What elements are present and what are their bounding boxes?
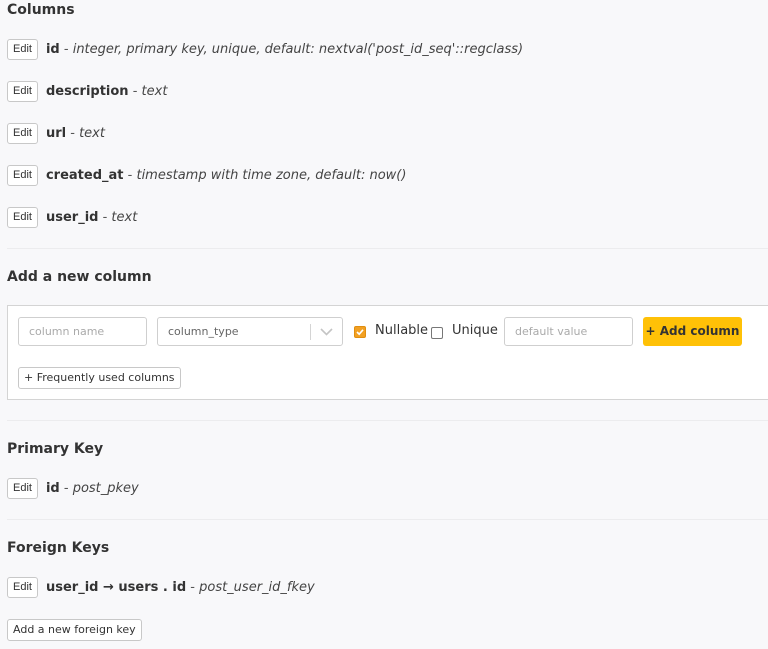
column-name: description — [45, 83, 129, 99]
primary-key-row: Edit id - post_pkey — [7, 477, 139, 499]
default-value-input[interactable]: default value — [504, 317, 633, 346]
column-detail: timestamp with time zone, default: now() — [136, 167, 407, 183]
arrow-icon: → — [98, 579, 119, 595]
edit-foreign-key-button[interactable]: Edit — [7, 576, 38, 598]
separator: - — [128, 83, 142, 99]
edit-column-user-id-button[interactable]: Edit — [7, 206, 38, 228]
checkmark-icon — [356, 329, 364, 336]
column-detail: text — [141, 83, 168, 99]
nullable-checkbox[interactable] — [354, 326, 366, 338]
edit-primary-key-button[interactable]: Edit — [7, 477, 38, 499]
column-detail: text — [79, 125, 105, 141]
column-row-id: Edit id - integer, primary key, unique, … — [7, 38, 523, 60]
primary-key-constraint: post_pkey — [72, 480, 139, 496]
foreign-key-constraint: post_user_id_fkey — [199, 579, 315, 595]
unique-checkbox[interactable] — [431, 327, 443, 339]
foreign-key-description: user_id → users . id - post_user_id_fkey — [46, 580, 315, 595]
edit-column-created-at-button[interactable]: Edit — [7, 164, 38, 186]
column-name: created_at — [45, 167, 124, 183]
column-description: user_id - text — [46, 210, 137, 225]
column-detail: text — [111, 209, 138, 225]
column-row-user-id: Edit user_id - text — [7, 206, 137, 228]
column-name: id — [45, 41, 60, 57]
column-description: url - text — [46, 126, 105, 141]
edit-column-url-button[interactable]: Edit — [7, 122, 38, 144]
add-foreign-key-button[interactable]: Add a new foreign key — [7, 619, 142, 641]
column-description: created_at - timestamp with time zone, d… — [46, 168, 406, 183]
separator: - — [186, 579, 200, 595]
unique-label: Unique — [452, 323, 498, 338]
column-type-placeholder: column_type — [168, 325, 239, 338]
add-column-form: column name column_type Nullable Unique … — [7, 305, 768, 400]
column-description: id - integer, primary key, unique, defau… — [46, 42, 523, 57]
primary-key-heading: Primary Key — [7, 441, 104, 457]
foreign-key-ref-column: id — [172, 579, 187, 595]
nullable-label: Nullable — [375, 323, 429, 338]
foreign-key-row: Edit user_id → users . id - post_user_id… — [7, 576, 315, 598]
select-separator — [310, 324, 311, 340]
frequently-used-columns-button[interactable]: + Frequently used columns — [18, 367, 181, 389]
foreign-key-column: user_id — [45, 579, 99, 595]
foreign-key-ref-table: users — [118, 579, 159, 595]
add-column-button[interactable]: + Add column — [643, 317, 742, 346]
separator: - — [66, 125, 80, 141]
columns-heading: Columns — [7, 2, 75, 18]
column-row-url: Edit url - text — [7, 122, 105, 144]
separator: - — [123, 167, 137, 183]
separator: - — [59, 480, 73, 496]
primary-key-description: id - post_pkey — [46, 481, 139, 496]
dot-separator: . — [158, 579, 173, 595]
edit-column-id-button[interactable]: Edit — [7, 38, 38, 60]
column-row-created-at: Edit created_at - timestamp with time zo… — [7, 164, 406, 186]
separator: - — [98, 209, 112, 225]
add-column-heading: Add a new column — [7, 269, 152, 285]
column-row-description: Edit description - text — [7, 80, 167, 102]
section-divider — [7, 248, 768, 249]
column-description: description - text — [46, 84, 167, 99]
column-name-input[interactable]: column name — [18, 317, 147, 346]
primary-key-column: id — [45, 480, 60, 496]
column-name: user_id — [45, 209, 99, 225]
column-detail: integer, primary key, unique, default: n… — [72, 41, 524, 57]
foreign-keys-heading: Foreign Keys — [7, 540, 110, 556]
chevron-down-icon — [320, 328, 333, 336]
separator: - — [59, 41, 73, 57]
edit-column-description-button[interactable]: Edit — [7, 80, 38, 102]
section-divider — [7, 420, 768, 421]
column-type-select[interactable]: column_type — [157, 317, 343, 346]
column-name: url — [45, 125, 67, 141]
section-divider — [7, 519, 768, 520]
